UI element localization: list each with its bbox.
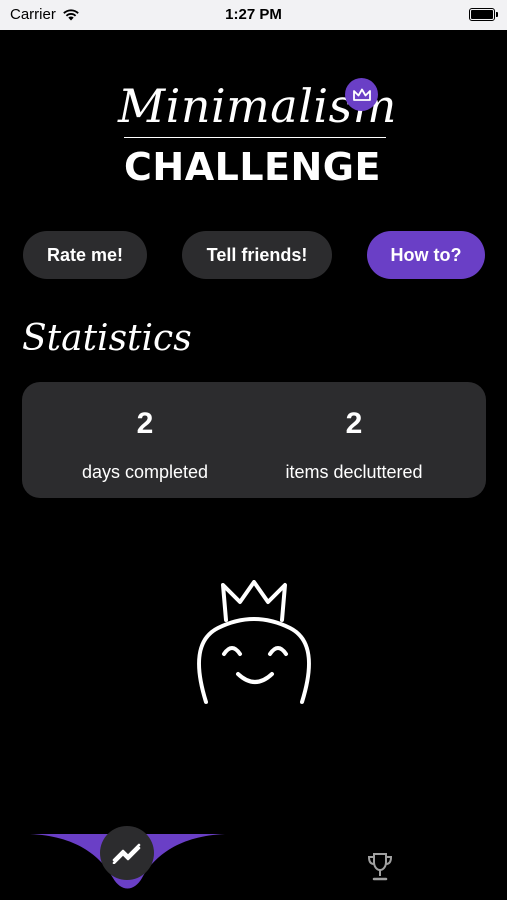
tab-bar bbox=[0, 820, 507, 900]
crown-badge-icon bbox=[345, 78, 378, 111]
stat-label: items decluttered bbox=[285, 462, 423, 482]
stat-label: days completed bbox=[81, 462, 209, 482]
how-to-button[interactable]: How to? bbox=[367, 231, 485, 279]
trophy-icon[interactable] bbox=[366, 852, 394, 882]
tell-friends-button[interactable]: Tell friends! bbox=[182, 231, 332, 279]
status-time: 1:27 PM bbox=[225, 6, 282, 23]
logo-underline bbox=[124, 137, 386, 138]
stat-value: 2 bbox=[345, 407, 363, 440]
tab-progress[interactable] bbox=[100, 826, 154, 880]
status-bar: Carrier 1:27 PM bbox=[0, 0, 507, 30]
statistics-card: 2 days completed 2 items decluttered bbox=[22, 382, 486, 498]
mascot-crown-face-icon bbox=[196, 580, 312, 704]
statistics-title: Statistics bbox=[22, 318, 192, 359]
rate-me-button[interactable]: Rate me! bbox=[23, 231, 147, 279]
stat-value: 2 bbox=[136, 407, 154, 440]
app-logo: Minimalism CHALLENGE bbox=[100, 75, 410, 195]
stat-items-decluttered: 2 items decluttered bbox=[254, 406, 454, 483]
logo-bold-text: CHALLENGE bbox=[124, 145, 381, 189]
battery-icon bbox=[469, 8, 498, 21]
progress-chart-icon bbox=[112, 843, 141, 864]
stat-days-completed: 2 days completed bbox=[45, 406, 245, 483]
